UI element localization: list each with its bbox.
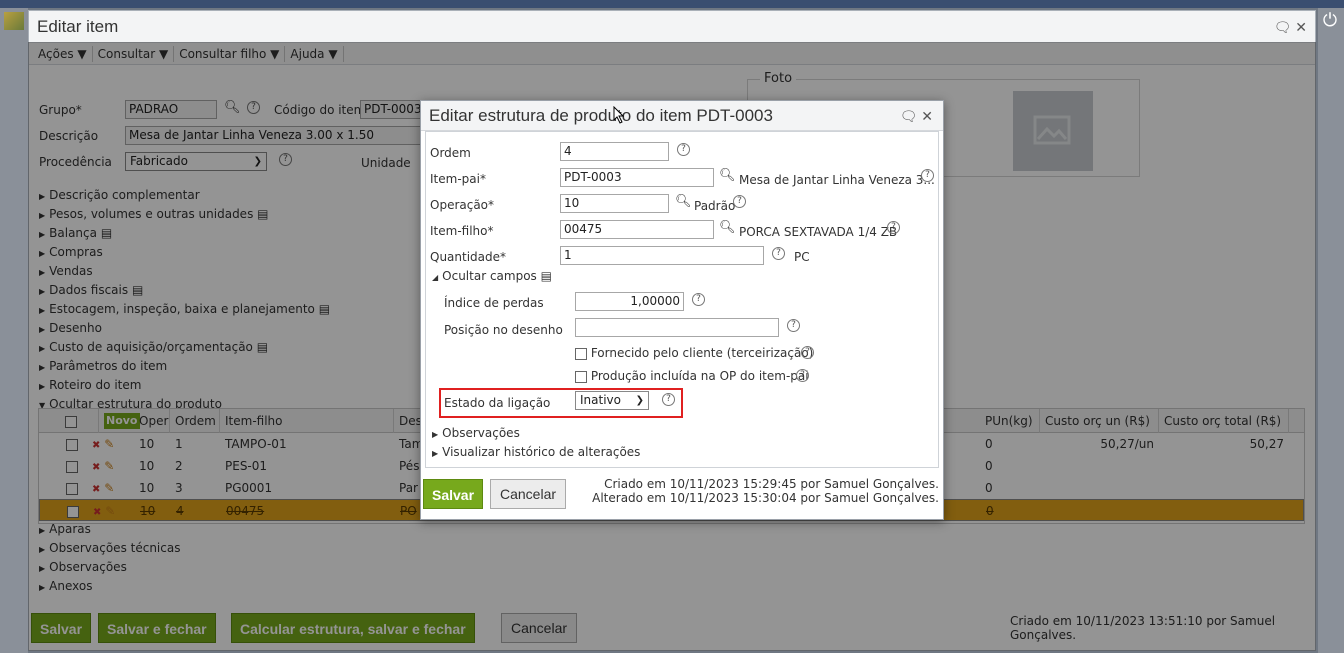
help-icon[interactable]: ? bbox=[772, 247, 785, 260]
dialog-body: Ordem 4 ? Item-pai* PDT-0003 🔍︎ Mesa de … bbox=[425, 131, 939, 468]
ordem-label: Ordem bbox=[430, 146, 471, 160]
dialog-altered: Alterado em 10/11/2023 15:30:04 por Samu… bbox=[592, 491, 939, 505]
note-icon: ▤ bbox=[540, 269, 552, 283]
quantidade-field[interactable]: 1 bbox=[560, 246, 764, 265]
ordem-field[interactable]: 4 bbox=[560, 142, 669, 161]
help-icon[interactable]: ? bbox=[677, 143, 690, 156]
historico-toggle[interactable]: ▶ Visualizar histórico de alterações bbox=[432, 445, 640, 459]
search-icon[interactable]: 🔍︎ bbox=[675, 194, 692, 209]
window-titlebar: Editar item 🗨 ✕ bbox=[29, 11, 1315, 43]
dialog-created: Criado em 10/11/2023 15:29:45 por Samuel… bbox=[604, 477, 939, 491]
indice-label: Índice de perdas bbox=[444, 296, 544, 310]
producao-label: Produção incluída na OP do item-pai bbox=[590, 369, 809, 383]
chat-icon[interactable]: 🗨 bbox=[1274, 19, 1292, 35]
item-filho-field[interactable]: 00475 bbox=[560, 220, 714, 239]
item-pai-field[interactable]: PDT-0003 bbox=[560, 168, 714, 187]
item-pai-desc: Mesa de Jantar Linha Veneza 3... bbox=[739, 173, 935, 187]
chat-icon[interactable]: 🗨 bbox=[900, 108, 918, 124]
dialog-titlebar: Editar estrutura de produto do item PDT-… bbox=[421, 101, 943, 131]
quantidade-label: Quantidade* bbox=[430, 250, 507, 264]
help-icon[interactable]: ? bbox=[662, 393, 675, 406]
help-icon[interactable]: ? bbox=[796, 369, 809, 382]
posicao-label: Posição no desenho bbox=[444, 323, 563, 337]
help-icon[interactable]: ? bbox=[921, 169, 934, 182]
fornecido-label: Fornecido pelo cliente (terceirização) bbox=[590, 346, 814, 360]
left-strip bbox=[0, 8, 28, 653]
operacao-label: Operação* bbox=[430, 198, 495, 212]
ocultar-campos-toggle[interactable]: ◢ Ocultar campos ▤ bbox=[432, 269, 552, 283]
dialog-audit-info: Criado em 10/11/2023 15:29:45 por Samuel… bbox=[592, 477, 939, 505]
close-icon[interactable]: ✕ bbox=[921, 108, 933, 124]
operacao-desc: Padrão bbox=[694, 199, 736, 213]
dialog-footer: Salvar Cancelar Criado em 10/11/2023 15:… bbox=[421, 469, 943, 521]
search-icon[interactable]: 🔍︎ bbox=[719, 168, 736, 183]
fornecido-checkbox[interactable] bbox=[575, 347, 587, 360]
help-icon[interactable]: ? bbox=[733, 195, 746, 208]
help-icon[interactable]: ? bbox=[692, 293, 705, 306]
mouse-cursor bbox=[613, 106, 625, 124]
search-icon[interactable]: 🔍︎ bbox=[719, 220, 736, 235]
edit-structure-dialog: Editar estrutura de produto do item PDT-… bbox=[420, 100, 944, 520]
app-logo bbox=[4, 12, 24, 30]
operacao-field[interactable]: 10 bbox=[560, 194, 669, 213]
help-icon[interactable]: ? bbox=[787, 319, 800, 332]
close-icon[interactable]: ✕ bbox=[1295, 19, 1307, 35]
right-strip bbox=[1318, 8, 1344, 653]
help-icon[interactable]: ? bbox=[887, 221, 900, 234]
estado-ligacao-value: Inativo bbox=[580, 393, 621, 407]
observacoes-toggle[interactable]: ▶ Observações bbox=[432, 426, 520, 440]
item-pai-label: Item-pai* bbox=[430, 172, 486, 186]
posicao-field[interactable] bbox=[575, 318, 779, 337]
producao-row[interactable]: Produção incluída na OP do item-pai bbox=[575, 369, 809, 383]
producao-checkbox[interactable] bbox=[575, 370, 587, 383]
window-title: Editar item bbox=[37, 17, 119, 36]
top-bar bbox=[0, 0, 1344, 8]
estado-ligacao-label: Estado da ligação bbox=[444, 396, 551, 410]
power-icon[interactable]: ⏻ bbox=[1319, 10, 1341, 32]
estado-ligacao-select[interactable]: Inativo ❯ bbox=[575, 391, 649, 410]
dialog-cancel-button[interactable]: Cancelar bbox=[490, 479, 567, 509]
quantidade-unit: PC bbox=[794, 250, 810, 264]
indice-field[interactable]: 1,00000 bbox=[575, 292, 684, 311]
fornecido-row[interactable]: Fornecido pelo cliente (terceirização) bbox=[575, 346, 813, 360]
item-filho-desc: PORCA SEXTAVADA 1/4 ZB bbox=[739, 225, 898, 239]
help-icon[interactable]: ? bbox=[801, 346, 814, 359]
dialog-title: Editar estrutura de produto do item PDT-… bbox=[429, 106, 773, 125]
item-filho-label: Item-filho* bbox=[430, 224, 494, 238]
dialog-save-button[interactable]: Salvar bbox=[423, 479, 484, 509]
